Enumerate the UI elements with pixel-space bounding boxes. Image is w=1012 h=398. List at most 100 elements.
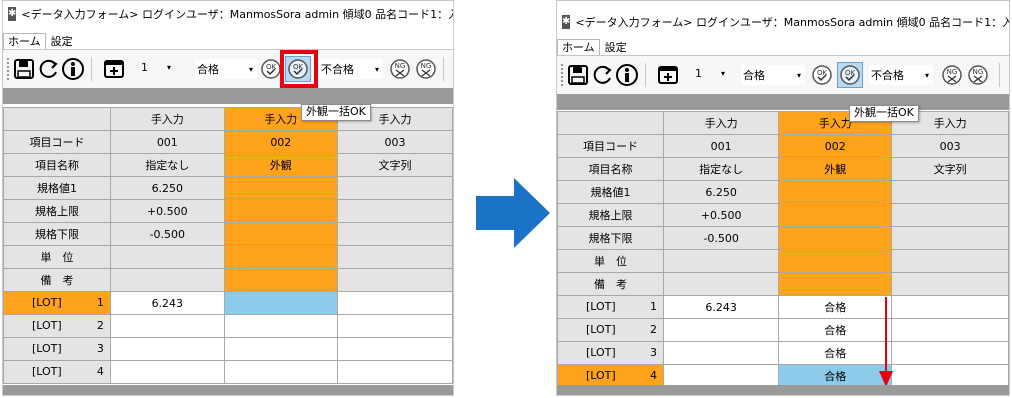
add-row-icon[interactable] — [657, 56, 679, 94]
fail-combo[interactable]: 不合格 ▾ — [319, 59, 383, 79]
input-cell[interactable] — [109, 360, 225, 384]
grid-header-bar — [557, 94, 1009, 110]
toolbar: 1 ▾ 合格 ▾ OK OK 不合格 ▾ NG NG — [557, 55, 1009, 95]
tab-settings[interactable]: 設定 — [600, 39, 632, 55]
app-icon: ✱ — [562, 15, 571, 29]
scroll-bar[interactable] — [557, 385, 1009, 395]
bulk-ok-button[interactable]: OK — [837, 62, 863, 88]
item-name-cell: 文字列 — [891, 157, 1009, 181]
spec-value-cell — [778, 180, 893, 204]
input-cell[interactable] — [663, 318, 780, 342]
refresh-icon[interactable] — [591, 56, 613, 94]
ribbon-tabs: ホーム 設定 — [557, 39, 632, 55]
quantity-value[interactable]: 1 — [695, 67, 702, 80]
tab-settings[interactable]: 設定 — [46, 33, 78, 49]
remarks-cell — [336, 268, 453, 292]
lot-number: 3 — [96, 342, 104, 355]
input-cell[interactable]: 合格 — [778, 318, 893, 342]
ng-button[interactable]: NG — [387, 56, 413, 82]
save-icon[interactable] — [13, 50, 35, 88]
column-header[interactable]: 手入力 — [109, 107, 225, 131]
title-bar: ✱ <データ入力フォーム> ログインユーザ：ManmosSora admin 傾… — [557, 9, 1009, 35]
lot-row-header[interactable]: [LOT] 3 — [3, 337, 111, 361]
chevron-down-icon: ▾ — [374, 64, 379, 74]
input-cell[interactable] — [891, 318, 1009, 342]
down-arrow-icon — [879, 297, 893, 390]
input-cell[interactable] — [223, 360, 338, 384]
screenshot-after: ✱ <データ入力フォーム> ログインユーザ：ManmosSora admin 傾… — [556, 0, 1010, 396]
input-cell-selected[interactable] — [223, 291, 338, 315]
add-row-icon[interactable] — [103, 50, 125, 88]
pass-combo[interactable]: 合格 ▾ — [195, 59, 257, 79]
column-header[interactable]: 手入力 — [663, 111, 780, 135]
quantity-value[interactable]: 1 — [141, 61, 148, 74]
svg-text:NG: NG — [973, 68, 984, 76]
input-cell[interactable] — [336, 360, 453, 384]
svg-text:NG: NG — [421, 62, 432, 70]
toolbar-separator — [645, 63, 646, 87]
bulk-ng-button[interactable]: NG — [413, 56, 439, 82]
input-cell[interactable]: 合格 — [778, 295, 893, 319]
lower-limit-cell — [336, 222, 453, 246]
input-cell[interactable] — [663, 341, 780, 365]
lot-label: [LOT] — [586, 346, 616, 359]
info-icon[interactable] — [61, 50, 85, 88]
save-icon[interactable] — [567, 56, 589, 94]
remarks-cell — [778, 272, 893, 296]
lower-limit-cell: -0.500 — [109, 222, 225, 246]
remarks-cell — [109, 268, 225, 292]
spec-value-cell — [891, 180, 1009, 204]
toolbar-separator — [91, 57, 92, 81]
item-code-cell: 002 — [778, 134, 893, 158]
lot-row-header[interactable]: [LOT] 2 — [3, 314, 111, 338]
arrow-right-icon — [476, 178, 550, 251]
lot-row-header[interactable]: [LOT] 1 — [557, 295, 665, 319]
input-cell[interactable]: 合格 — [778, 341, 893, 365]
input-cell[interactable]: 6.243 — [663, 295, 780, 319]
input-cell[interactable] — [109, 337, 225, 361]
upper-limit-cell — [891, 203, 1009, 227]
input-cell[interactable] — [223, 337, 338, 361]
lower-limit-cell — [891, 226, 1009, 250]
info-icon[interactable] — [615, 56, 639, 94]
input-cell[interactable] — [336, 291, 453, 315]
remarks-cell — [891, 272, 1009, 296]
lot-label: [LOT] — [586, 323, 616, 336]
ng-button[interactable]: NG — [939, 62, 965, 88]
lot-row-header[interactable]: [LOT] 3 — [557, 341, 665, 365]
tab-home[interactable]: ホーム — [3, 33, 46, 49]
chevron-down-icon: ▾ — [924, 70, 929, 80]
fail-combo[interactable]: 不合格 ▾ — [869, 65, 933, 85]
input-cell[interactable] — [891, 341, 1009, 365]
screenshot-before: ✱ <データ入力フォーム> ログインユーザ：ManmosSora admin 傾… — [2, 0, 454, 396]
ok-button[interactable]: OK — [809, 62, 835, 88]
upper-limit-cell: +0.500 — [109, 199, 225, 223]
scroll-bar[interactable] — [3, 385, 453, 395]
input-cell[interactable] — [336, 314, 453, 338]
input-cell[interactable] — [891, 295, 1009, 319]
lot-row-header[interactable]: [LOT] 4 — [3, 360, 111, 384]
row-label-upper-limit: 規格上限 — [557, 203, 665, 227]
item-name-cell: 文字列 — [336, 153, 453, 177]
window-title: <データ入力フォーム> ログインユーザ：ManmosSora admin 傾域0… — [21, 8, 453, 21]
lot-row-header[interactable]: [LOT] 1 — [3, 291, 111, 315]
ribbon-tabs: ホーム 設定 — [3, 33, 78, 49]
pass-combo[interactable]: 合格 ▾ — [741, 65, 805, 85]
fail-combo-value: 不合格 — [871, 69, 904, 82]
tooltip: 外観一括OK — [849, 105, 919, 122]
quantity-dropdown-icon[interactable]: ▾ — [721, 69, 725, 78]
quantity-dropdown-icon[interactable]: ▾ — [167, 63, 171, 72]
input-cell[interactable] — [336, 337, 453, 361]
upper-limit-cell: +0.500 — [663, 203, 780, 227]
input-cell[interactable] — [109, 314, 225, 338]
input-cell[interactable]: 6.243 — [109, 291, 225, 315]
bulk-ng-button[interactable]: NG — [965, 62, 991, 88]
tab-home[interactable]: ホーム — [557, 39, 600, 55]
lot-row-header[interactable]: [LOT] 2 — [557, 318, 665, 342]
item-name-cell: 外観 — [778, 157, 893, 181]
refresh-icon[interactable] — [37, 50, 59, 88]
data-grid: 手入力 手入力 手入力 項目コード 001 002 003 項目名称 指定なし … — [557, 111, 1009, 388]
lower-limit-cell: -0.500 — [663, 226, 780, 250]
input-cell[interactable] — [223, 314, 338, 338]
data-grid: 手入力 手入力 手入力 項目コード 001 002 003 項目名称 指定なし … — [3, 107, 453, 384]
